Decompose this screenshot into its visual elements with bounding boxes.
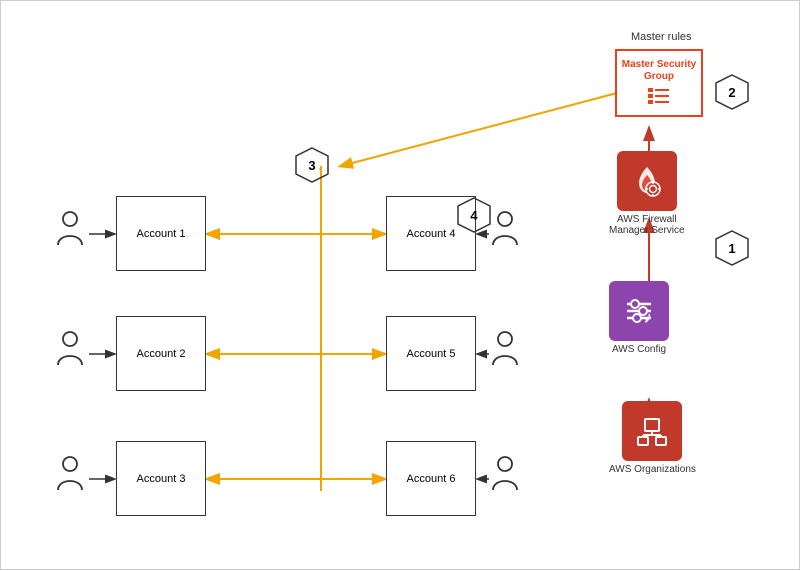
account-2-label: Account 2	[137, 348, 186, 360]
person-icon-4	[491, 211, 519, 252]
aws-firewall-manager: AWS FirewallManager Service	[609, 151, 685, 236]
organizations-icon	[622, 401, 682, 461]
aws-config: AWS Config	[609, 281, 669, 355]
hexagon-2: 2	[713, 73, 751, 111]
account-2-box: Account 2	[116, 316, 206, 391]
person-icon-6	[491, 456, 519, 497]
master-sg-label: Master SecurityGroup	[622, 59, 696, 83]
account-6-label: Account 6	[407, 473, 456, 485]
master-rules-label: Master rules	[631, 31, 692, 43]
account-5-box: Account 5	[386, 316, 476, 391]
hexagon-3-label: 3	[308, 158, 315, 173]
account-1-label: Account 1	[137, 228, 186, 240]
account-1-box: Account 1	[116, 196, 206, 271]
person-icon-2	[56, 331, 84, 372]
person-icon-3	[56, 456, 84, 497]
hexagon-4: 4	[455, 196, 493, 234]
config-label: AWS Config	[612, 344, 666, 355]
config-icon	[609, 281, 669, 341]
person-icon-1	[56, 211, 84, 252]
hexagon-1-label: 1	[728, 241, 735, 256]
firewall-manager-icon	[617, 151, 677, 211]
organizations-label: AWS Organizations	[609, 464, 696, 475]
hexagon-1: 1	[713, 229, 751, 267]
hexagon-2-label: 2	[728, 85, 735, 100]
account-4-label: Account 4	[407, 228, 456, 240]
aws-organizations: AWS Organizations	[609, 401, 696, 475]
master-sg-box: Master SecurityGroup	[615, 49, 703, 117]
account-3-label: Account 3	[137, 473, 186, 485]
firewall-manager-label: AWS FirewallManager Service	[609, 214, 685, 236]
hexagon-3: 3	[293, 146, 331, 184]
master-sg-icon	[648, 87, 670, 108]
hexagon-4-label: 4	[470, 208, 477, 223]
account-3-box: Account 3	[116, 441, 206, 516]
account-5-label: Account 5	[407, 348, 456, 360]
person-icon-5	[491, 331, 519, 372]
account-6-box: Account 6	[386, 441, 476, 516]
